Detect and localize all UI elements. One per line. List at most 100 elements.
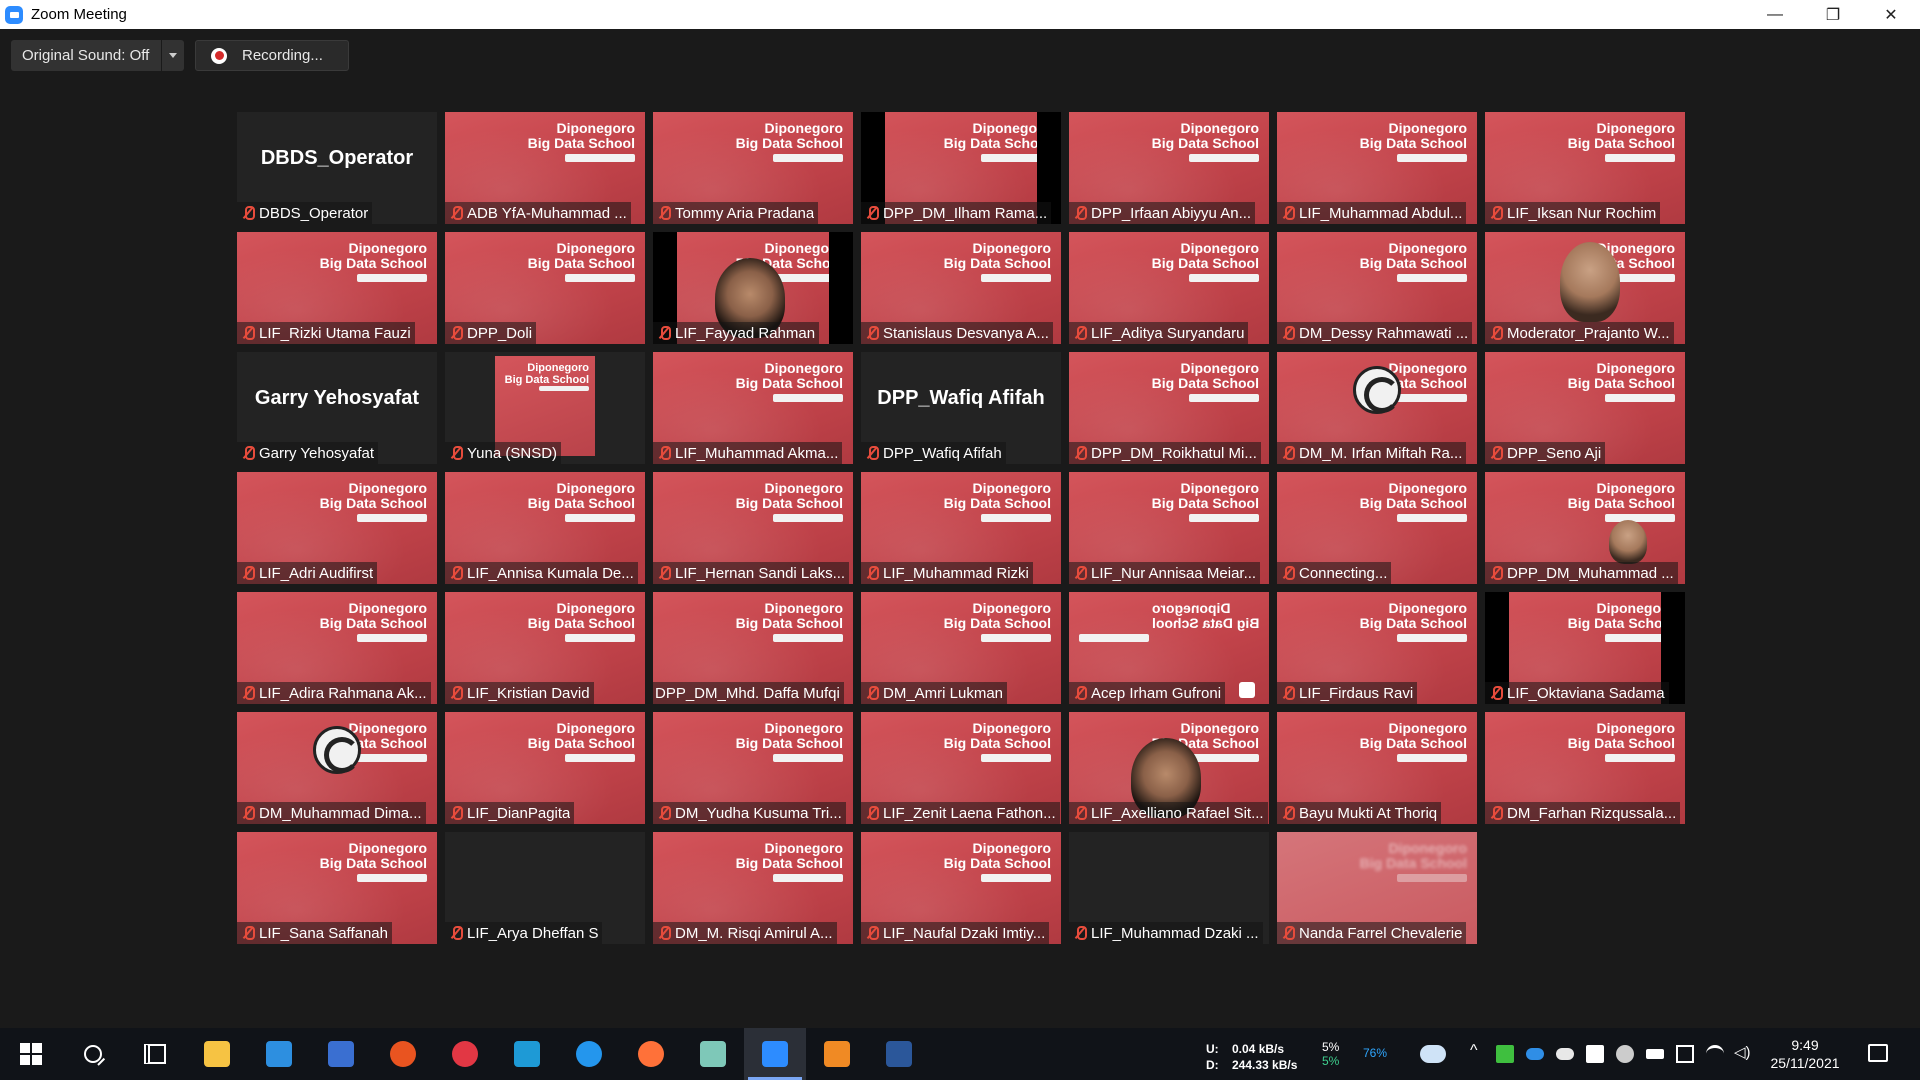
notification-center-icon[interactable] xyxy=(1868,1044,1888,1062)
participant-tile[interactable]: Diponegoro Big Data School DM_Dessy Rahmaw… xyxy=(1277,232,1477,344)
participant-name-label: DM_M. Risqi Amirul A... xyxy=(653,922,837,944)
participant-tile[interactable]: Diponegoro Big Data School LIF_Adri Audifi… xyxy=(237,472,437,584)
weather-cloud-icon[interactable] xyxy=(1420,1045,1446,1063)
participant-name: DPP_DM_Ilham Rama... xyxy=(883,204,1048,222)
participant-tile[interactable]: DBDS_Operator DBDS_Operator xyxy=(237,112,437,224)
participant-tile[interactable]: DPP_Wafiq Afifah DPP_Wafiq Afifah xyxy=(861,352,1061,464)
search-icon[interactable] xyxy=(62,1028,124,1080)
word-icon[interactable] xyxy=(868,1028,930,1080)
task-view-icon[interactable] xyxy=(124,1028,186,1080)
participant-tile[interactable]: Diponegoro Big Data School DPP_DM_Roikhatu… xyxy=(1069,352,1269,464)
participant-tile[interactable]: Diponegoro Big Data School DM_Muhammad Dim… xyxy=(237,712,437,824)
wifi-icon[interactable] xyxy=(1706,1045,1724,1063)
participant-tile[interactable]: Diponegoro Big Data School LIF_Sana Saffan… xyxy=(237,832,437,944)
cloud-icon[interactable] xyxy=(1556,1048,1574,1060)
tray-app-gray-icon[interactable] xyxy=(1616,1045,1634,1063)
participant-tile[interactable]: Diponegoro Big Data School LIF_Naufal Dzak… xyxy=(861,832,1061,944)
app-teal-icon[interactable] xyxy=(682,1028,744,1080)
participant-tile[interactable]: Diponegoro Big Data School Acep Irham Gufr… xyxy=(1069,592,1269,704)
participant-tile[interactable]: Diponegoro Big Data School LIF_Rizki Utama… xyxy=(237,232,437,344)
firefox-icon[interactable] xyxy=(620,1028,682,1080)
participant-tile[interactable]: Diponegoro Big Data School LIF_Firdaus Rav… xyxy=(1277,592,1477,704)
participant-tile[interactable]: Diponegoro Big Data School Bayu Mukti At T… xyxy=(1277,712,1477,824)
banner-date-strip xyxy=(357,874,427,882)
participant-tile[interactable]: Diponegoro Big Data School LIF_Muhammad Ab… xyxy=(1277,112,1477,224)
banner-line-1: Diponegoro xyxy=(348,480,427,496)
participant-tile[interactable]: Diponegoro Big Data School DPP_DM_Muhammad… xyxy=(1485,472,1685,584)
participant-tile[interactable]: Diponegoro Big Data School LIF_Adira Rahma… xyxy=(237,592,437,704)
participant-tile[interactable]: Diponegoro Big Data School LIF_Nur Annisaa… xyxy=(1069,472,1269,584)
participant-tile[interactable]: Diponegoro Big Data School LIF_Oktaviana S… xyxy=(1485,592,1685,704)
minimize-button[interactable]: — xyxy=(1746,0,1804,29)
banner-line-1: Diponegoro xyxy=(764,360,843,376)
participant-tile[interactable]: Diponegoro Big Data School DM_Amri Lukman xyxy=(861,592,1061,704)
battery-icon[interactable] xyxy=(1646,1049,1664,1059)
participant-tile[interactable]: Diponegoro Big Data School Moderator_Praja… xyxy=(1485,232,1685,344)
participant-tile[interactable]: Diponegoro Big Data School LIF_Annisa Kuma… xyxy=(445,472,645,584)
banner-date-strip xyxy=(773,394,843,402)
recording-indicator[interactable]: Recording... xyxy=(195,40,349,71)
participant-tile[interactable]: Diponegoro Big Data School DPP_Irfaan Abiy… xyxy=(1069,112,1269,224)
participant-tile[interactable]: Diponegoro Big Data School LIF_Kristian Da… xyxy=(445,592,645,704)
participant-tile[interactable]: Diponegoro Big Data School LIF_Muhammad Ak… xyxy=(653,352,853,464)
pdf-app-icon[interactable] xyxy=(806,1028,868,1080)
participant-tile[interactable]: Diponegoro Big Data School LIF_Iksan Nur R… xyxy=(1485,112,1685,224)
qr-code-icon[interactable] xyxy=(1586,1045,1604,1063)
participant-tile[interactable]: Diponegoro Big Data School LIF_Fayyad Rahm… xyxy=(653,232,853,344)
docker-icon[interactable] xyxy=(558,1028,620,1080)
powershell-icon[interactable] xyxy=(310,1028,372,1080)
participant-tile[interactable]: LIF_Muhammad Dzaki ... xyxy=(1069,832,1269,944)
taskbar-clock[interactable]: 9:49 25/11/2021 xyxy=(1770,1036,1840,1072)
banner-date-strip xyxy=(1605,754,1675,762)
participant-tile[interactable]: Diponegoro Big Data School DPP_DM_Ilham Ra… xyxy=(861,112,1061,224)
participant-tile[interactable]: Diponegoro Big Data School Nanda Farrel Ch… xyxy=(1277,832,1477,944)
participant-tile[interactable]: Diponegoro Big Data School DM_Yudha Kusuma… xyxy=(653,712,853,824)
participant-tile[interactable]: Diponegoro Big Data School LIF_Aditya Sury… xyxy=(1069,232,1269,344)
file-explorer-icon[interactable] xyxy=(186,1028,248,1080)
zoom-icon[interactable] xyxy=(744,1028,806,1080)
banner-title: Diponegoro Big Data School xyxy=(528,241,635,271)
participant-tile[interactable]: Diponegoro Big Data School Connecting... xyxy=(1277,472,1477,584)
participant-tile[interactable]: Diponegoro Big Data School LIF_Muhammad Ri… xyxy=(861,472,1061,584)
participant-tile[interactable]: Diponegoro Big Data School LIF_Axelliano R… xyxy=(1069,712,1269,824)
chevron-down-icon[interactable] xyxy=(169,53,177,58)
participant-tile[interactable]: Diponegoro Big Data School LIF_Hernan Sand… xyxy=(653,472,853,584)
volume-icon[interactable]: ◁) xyxy=(1734,1043,1752,1061)
banner-line-1: Diponegoro xyxy=(764,240,843,256)
participant-tile[interactable]: Diponegoro Big Data School Yuna (SNSD) xyxy=(445,352,645,464)
close-button[interactable]: ✕ xyxy=(1862,0,1920,29)
banner-title: Diponegoro Big Data School xyxy=(1568,721,1675,751)
participant-tile[interactable]: Diponegoro Big Data School ADB YfA-Muhamma… xyxy=(445,112,645,224)
onedrive-icon[interactable] xyxy=(1526,1048,1544,1060)
restore-button[interactable]: ❐ xyxy=(1804,0,1862,29)
participant-tile[interactable]: Diponegoro Big Data School DM_M. Risqi Ami… xyxy=(653,832,853,944)
mic-muted-icon xyxy=(1279,204,1297,222)
participant-name: Garry Yehosyafat xyxy=(259,444,375,462)
vscode-icon[interactable] xyxy=(248,1028,310,1080)
tray-app-green-icon[interactable] xyxy=(1496,1045,1514,1063)
ubuntu-icon[interactable] xyxy=(372,1028,434,1080)
app-red-icon[interactable] xyxy=(434,1028,496,1080)
banner-date-strip xyxy=(981,874,1051,882)
participant-name-label: DM_Yudha Kusuma Tri... xyxy=(653,802,846,824)
banner-line-1: Diponegoro xyxy=(1388,600,1467,616)
start-icon[interactable] xyxy=(0,1028,62,1080)
participant-tile[interactable]: Diponegoro Big Data School DPP_DM_Mhd. Daf… xyxy=(653,592,853,704)
participant-tile[interactable]: Diponegoro Big Data School DPP_Seno Aji xyxy=(1485,352,1685,464)
original-sound-button[interactable]: Original Sound: Off xyxy=(11,40,184,71)
network-icon[interactable] xyxy=(1676,1045,1694,1063)
participant-tile[interactable]: Diponegoro Big Data School Tommy Aria Prad… xyxy=(653,112,853,224)
cpu-usage: 5% xyxy=(1322,1040,1340,1054)
participant-tile[interactable]: LIF_Arya Dheffan S xyxy=(445,832,645,944)
chevron-up-icon[interactable]: ^ xyxy=(1470,1042,1488,1060)
participant-tile[interactable]: Diponegoro Big Data School DPP_Doli xyxy=(445,232,645,344)
participant-tile[interactable]: Diponegoro Big Data School Stanislaus Desv… xyxy=(861,232,1061,344)
banner-line-1: Diponegoro xyxy=(972,840,1051,856)
participant-tile[interactable]: Diponegoro Big Data School LIF_Zenit Laena… xyxy=(861,712,1061,824)
participant-tile[interactable]: Diponegoro Big Data School DM_Farhan Rizqu… xyxy=(1485,712,1685,824)
app-blue-square-icon[interactable] xyxy=(496,1028,558,1080)
participant-tile[interactable]: Garry Yehosyafat Garry Yehosyafat xyxy=(237,352,437,464)
banner-date-strip xyxy=(773,874,843,882)
participant-tile[interactable]: Diponegoro Big Data School DM_M. Irfan Mif… xyxy=(1277,352,1477,464)
participant-tile[interactable]: Diponegoro Big Data School LIF_DianPagita xyxy=(445,712,645,824)
